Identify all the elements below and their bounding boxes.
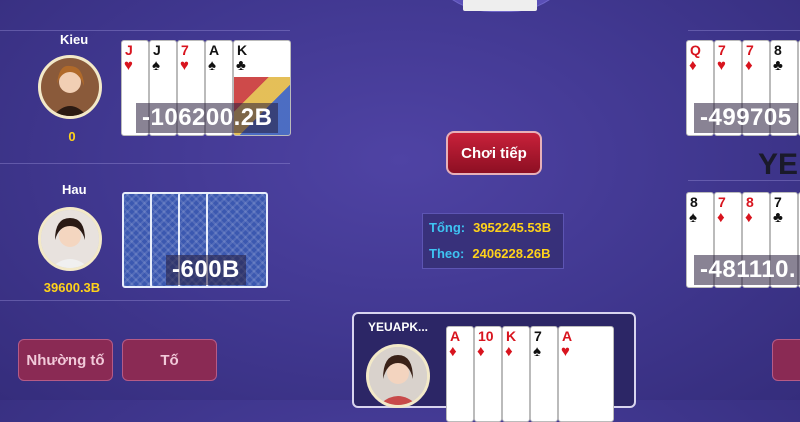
card-rank: 8 [746,194,754,210]
yield-raise-button[interactable]: Nhường tố [18,339,113,381]
playing-card: A ♦ [446,326,474,422]
card-suit-icon: ♦ [477,343,485,360]
card-rank: K [506,328,517,344]
pot-total-row: Tổng: 3952245.53B [429,220,551,235]
card-suit-icon: ♥ [180,57,189,74]
dealer-chip [463,0,537,11]
divider [0,30,290,31]
card-rank: Q [690,42,701,58]
playing-card: 10 ♦ [474,326,502,422]
card-suit-icon: ♠ [533,343,541,360]
card-rank: K [237,42,248,58]
card-suit-icon: ♣ [773,209,783,226]
avatar-hau[interactable] [38,207,102,271]
card-rank: J [125,42,133,58]
divider [688,30,800,31]
card-rank: 7 [181,42,189,58]
card-rank: 7 [774,194,782,210]
pot-call-row: Theo: 2406228.26B [429,246,550,261]
continue-button[interactable]: Chơi tiếp [446,131,542,175]
card-suit-icon: ♦ [745,209,753,226]
divider [0,300,290,301]
avatar-portrait-icon [41,58,99,116]
player-name-hau: Hau [62,182,87,197]
card-rank: A [209,42,220,58]
card-suit-icon: ♣ [773,57,783,74]
card-suit-icon: ♥ [717,57,726,74]
card-rank: 7 [718,42,726,58]
action-button-partial[interactable] [772,339,800,381]
pot-total-value: 3952245.53B [473,220,552,235]
card-rank: A [450,328,461,344]
avatar-me[interactable] [366,344,430,408]
card-suit-icon: ♦ [689,57,697,74]
pot-panel: Tổng: 3952245.53B Theo: 2406228.26B [422,213,564,269]
card-rank: 8 [690,194,698,210]
card-suit-icon: ♥ [561,343,570,360]
card-rank: J [153,42,161,58]
card-suit-icon: ♠ [152,57,160,74]
playing-card: A ♥ [558,326,614,422]
pot-call-value: 2406228.26B [472,246,551,261]
card-rank: 7 [534,328,542,344]
card-suit-icon: ♦ [717,209,725,226]
card-suit-icon: ♣ [236,57,246,74]
player-money-kieu: 0 [68,129,76,144]
playing-card: K ♦ [502,326,530,422]
playing-card: 7 ♠ [530,326,558,422]
card-suit-icon: ♦ [505,343,513,360]
card-suit-icon: ♦ [449,343,457,360]
score-kieu: -106200.2B [136,103,279,133]
pot-total-label: Tổng: [429,220,466,235]
pot-call-label: Theo: [429,246,465,261]
raise-button[interactable]: Tố [122,339,217,381]
score-right-bottom: -481110. [694,255,800,285]
card-suit-icon: ♦ [745,57,753,74]
card-suit-icon: ♥ [124,57,133,74]
score-right-top: -499705 [694,103,798,133]
card-rank: 7 [718,194,726,210]
card-rank: 10 [478,328,494,344]
player-name-kieu: Kieu [60,32,89,47]
dealer-area [420,0,582,12]
divider [0,163,290,164]
card-rank: A [562,328,573,344]
avatar-portrait-icon [369,347,427,405]
avatar-portrait-icon [41,210,99,268]
card-rank: 8 [774,42,782,58]
player-money-hau: 39600.3B [43,280,101,295]
card-suit-icon: ♠ [208,57,216,74]
player-name-me: YEUAPK... [368,320,429,334]
card-rank: 7 [746,42,754,58]
card-suit-icon: ♠ [689,209,697,226]
side-text: YE [758,148,799,181]
avatar-kieu[interactable] [38,55,102,119]
score-hau: -600B [166,255,246,285]
